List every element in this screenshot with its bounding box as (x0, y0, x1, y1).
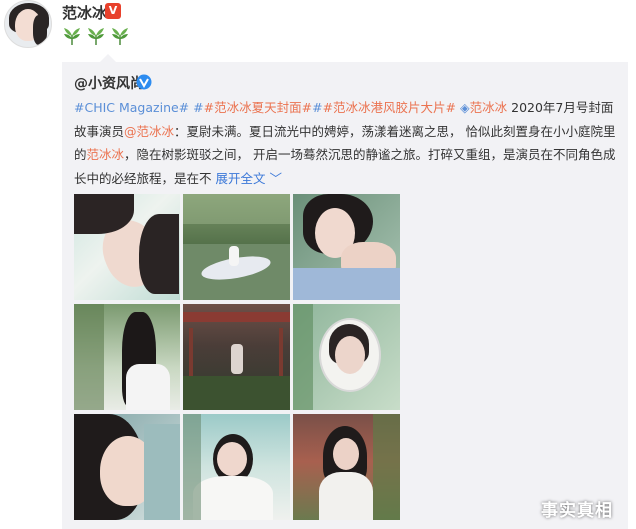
avatar-hair-side (33, 15, 47, 45)
photo-8[interactable] (183, 414, 290, 520)
verified-icon (136, 74, 152, 90)
name-link[interactable]: 范冰冰 (87, 147, 125, 162)
expand-button[interactable]: 展开全文 ﹀ (216, 171, 283, 186)
photo-1[interactable] (74, 194, 180, 300)
source-username[interactable]: @小资风尚 (74, 73, 144, 93)
hashtag-link[interactable]: ##范冰冰港风胶片大片# (312, 100, 456, 115)
avatar[interactable] (4, 0, 52, 48)
photo-4[interactable] (74, 304, 180, 410)
location-icon: ◈ (460, 100, 470, 115)
plant-icon (88, 28, 104, 45)
plant-icon (64, 28, 80, 45)
plant-emoji-row (62, 26, 130, 46)
hashtag-link[interactable]: ##范冰冰夏天封面# (193, 100, 312, 115)
photo-9[interactable] (293, 414, 400, 520)
repost-pointer (100, 54, 116, 62)
watermark: 事实真相 (541, 501, 613, 521)
photo-7[interactable] (74, 414, 180, 520)
vip-badge-icon: V (105, 3, 121, 19)
photo-2[interactable] (183, 194, 290, 300)
mention-link[interactable]: @范冰冰 (124, 124, 174, 139)
repost-text: #CHIC Magazine# ##范冰冰夏天封面###范冰冰港风胶片大片# ◈… (74, 96, 622, 190)
poster-name[interactable]: 范冰冰 (62, 2, 107, 23)
hashtag-link[interactable]: #CHIC Magazine# (74, 100, 189, 115)
plant-icon (112, 28, 128, 45)
photo-3[interactable] (293, 194, 400, 300)
text-segment: ，隐在树影斑驳之间， 开启一场蓦然沉思的静谧之旅。打碎又重组，是演员在不同角色成… (74, 147, 616, 186)
chevron-down-icon: ﹀ (269, 170, 283, 186)
photo-5[interactable] (183, 304, 290, 410)
mention-chip[interactable]: ◈范冰冰 (460, 100, 507, 115)
photo-6[interactable] (293, 304, 400, 410)
